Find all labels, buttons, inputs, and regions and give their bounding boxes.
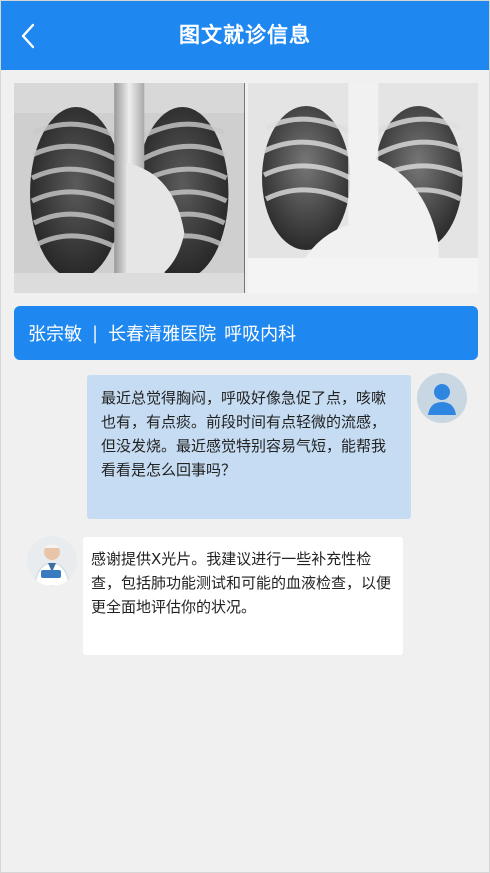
hospital-name: 长春清雅医院 (108, 324, 217, 345)
xray-gallery (14, 83, 478, 293)
page-title: 图文就诊信息 (179, 23, 311, 47)
user-avatar[interactable] (417, 373, 467, 423)
doctor-avatar[interactable] (27, 536, 77, 586)
department-name: 呼吸内科 (224, 324, 297, 345)
user-message-bubble: 最近总觉得胸闷，呼吸好像急促了点，咳嗽也有，有点痰。前段时间有点轻微的流感，但没… (87, 375, 411, 519)
top-bar: 图文就诊信息 (1, 1, 489, 70)
doctor-name: 张宗敏 (28, 324, 82, 345)
user-icon (417, 373, 467, 423)
xray-image-1[interactable] (14, 83, 245, 293)
doctor-info-separator: | (92, 322, 99, 344)
doctor-info-bar: 张宗敏 | 长春清雅医院 呼吸内科 (14, 306, 478, 360)
doctor-icon (27, 536, 77, 586)
doctor-message-bubble: 感谢提供X光片。我建议进行一些补充性检查，包括肺功能测试和可能的血液检查，以便更… (83, 537, 403, 655)
xray-image-2[interactable] (247, 83, 478, 293)
